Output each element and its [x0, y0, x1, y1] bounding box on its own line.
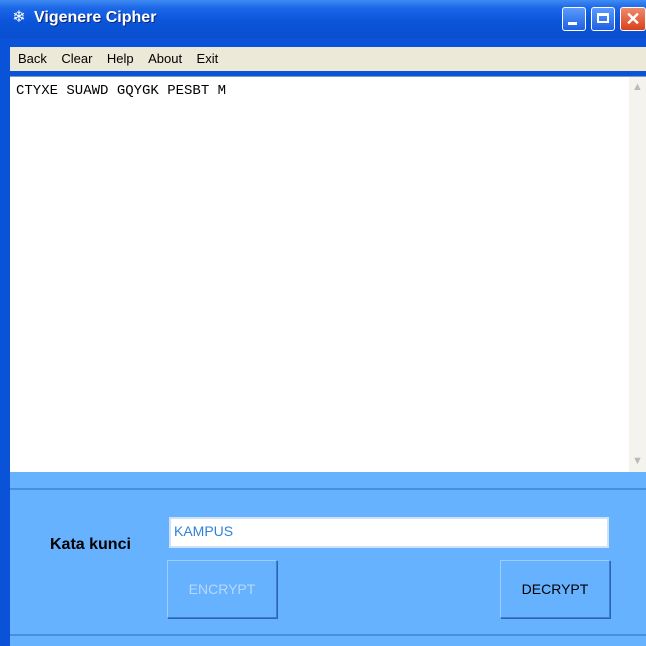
maximize-icon — [597, 13, 609, 23]
menu-item-exit[interactable]: Exit — [197, 47, 219, 71]
minimize-button[interactable] — [562, 7, 586, 31]
vertical-scrollbar[interactable]: ▲ ▼ — [629, 77, 646, 472]
scroll-down-arrow-icon[interactable]: ▼ — [629, 453, 646, 470]
key-label: Kata kunci — [50, 536, 131, 553]
menu-item-help[interactable]: Help — [107, 47, 134, 71]
menu-item-back[interactable]: Back — [18, 47, 47, 71]
scroll-up-arrow-icon[interactable]: ▲ — [629, 79, 646, 96]
encrypt-button[interactable]: ENCRYPT — [167, 560, 277, 618]
close-icon: ✕ — [625, 9, 641, 29]
cipher-text: CTYXE SUAWD GQYGK PESBT M — [16, 83, 227, 99]
menu-bar: Back Clear Help About Exit — [10, 47, 646, 71]
control-panel: Kata kunci KAMPUS ENCRYPT DECRYPT — [10, 472, 646, 646]
title-bar[interactable]: ❄ Vigenere Cipher ✕ — [0, 0, 646, 38]
window-title: Vigenere Cipher — [34, 9, 157, 26]
decrypt-button[interactable]: DECRYPT — [500, 560, 610, 618]
snowflake-icon: ❄ — [12, 9, 26, 26]
key-input[interactable]: KAMPUS — [169, 517, 609, 548]
cipher-text-area[interactable]: CTYXE SUAWD GQYGK PESBT M ▲ ▼ — [10, 76, 646, 472]
menu-item-about[interactable]: About — [148, 47, 182, 71]
maximize-button[interactable] — [591, 7, 615, 31]
panel-divider-bottom — [10, 634, 646, 636]
menu-item-clear[interactable]: Clear — [61, 47, 92, 71]
app-window: ❄ Vigenere Cipher ✕ Back Clear Help Abou… — [0, 0, 646, 646]
close-button[interactable]: ✕ — [620, 7, 646, 31]
panel-divider-top — [10, 488, 646, 490]
minimize-icon — [568, 22, 577, 25]
